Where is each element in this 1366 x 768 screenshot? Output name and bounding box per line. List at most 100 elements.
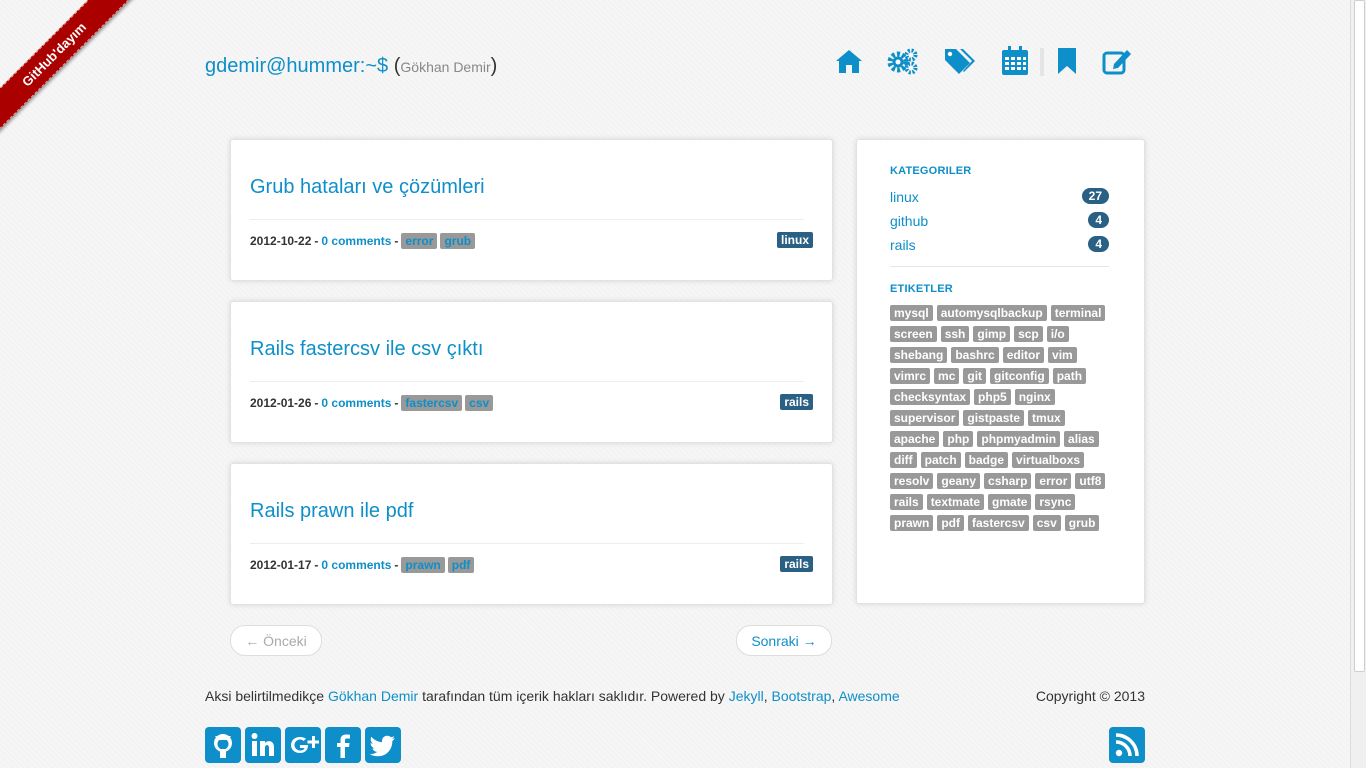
sidebar-tag[interactable]: screen bbox=[890, 326, 937, 342]
sidebar-tag[interactable]: pdf bbox=[937, 515, 964, 531]
post-comments-link[interactable]: 0 comments bbox=[321, 558, 391, 572]
twitter-icon[interactable] bbox=[365, 727, 401, 763]
footer-author-link[interactable]: Gökhan Demir bbox=[328, 688, 418, 704]
post-tag[interactable]: pdf bbox=[447, 557, 475, 573]
page-scrollbar[interactable] bbox=[1350, 0, 1366, 768]
sidebar-tag[interactable]: mysql bbox=[890, 305, 933, 321]
sidebar-tag[interactable]: mc bbox=[934, 368, 960, 384]
scrollbar-thumb[interactable] bbox=[1354, 0, 1365, 672]
sidebar-tag[interactable]: vimrc bbox=[890, 368, 931, 384]
category-item[interactable]: linux 27 bbox=[890, 188, 1109, 205]
category-link[interactable]: linux bbox=[890, 189, 919, 205]
google-plus-icon[interactable] bbox=[285, 727, 321, 763]
sidebar-tag[interactable]: gimp bbox=[973, 326, 1011, 342]
sidebar-tag[interactable]: virtualboxs bbox=[1012, 452, 1085, 468]
sidebar-tag[interactable]: rails bbox=[890, 494, 923, 510]
sidebar-tag[interactable]: prawn bbox=[890, 515, 934, 531]
sidebar-tag[interactable]: i/o bbox=[1046, 326, 1069, 342]
sidebar-tag[interactable]: scp bbox=[1014, 326, 1043, 342]
sidebar-tag[interactable]: geany bbox=[937, 473, 981, 489]
sidebar-tag[interactable]: php5 bbox=[974, 389, 1011, 405]
category-link[interactable]: rails bbox=[890, 237, 916, 253]
post-meta: 2012-10-22 - 0 comments - error grub bbox=[250, 233, 476, 249]
post-card: Grub hataları ve çözümleri 2012-10-22 - … bbox=[230, 139, 833, 281]
sidebar: KATEGORILER linux 27 github 4 rails 4 ET… bbox=[856, 139, 1145, 604]
post-date: 2012-01-17 bbox=[250, 558, 312, 572]
post-category[interactable]: linux bbox=[776, 232, 813, 248]
sidebar-tag[interactable]: vim bbox=[1048, 347, 1077, 363]
category-item[interactable]: rails 4 bbox=[890, 236, 1109, 253]
post-meta: 2012-01-26 - 0 comments - fastercsv csv bbox=[250, 395, 494, 411]
post-divider bbox=[250, 543, 804, 544]
facebook-icon[interactable] bbox=[325, 727, 361, 763]
sidebar-tag[interactable]: gitconfig bbox=[990, 368, 1049, 384]
sidebar-tag[interactable]: path bbox=[1052, 368, 1087, 384]
footer-text: Aksi belirtilmedikçe Gökhan Demir tarafı… bbox=[205, 688, 900, 704]
home-icon[interactable] bbox=[832, 44, 866, 78]
sidebar-tag[interactable]: bashrc bbox=[951, 347, 999, 363]
brand-close-paren: ) bbox=[490, 55, 498, 77]
post-category[interactable]: rails bbox=[780, 394, 813, 410]
post-tag[interactable]: csv bbox=[465, 395, 494, 411]
sidebar-tag[interactable]: badge bbox=[964, 452, 1009, 468]
github-icon[interactable] bbox=[205, 727, 241, 763]
post-tag[interactable]: fastercsv bbox=[401, 395, 463, 411]
gears-icon[interactable] bbox=[886, 44, 920, 78]
sidebar-tag[interactable]: diff bbox=[890, 452, 917, 468]
post-title[interactable]: Grub hataları ve çözümleri bbox=[250, 176, 485, 199]
sidebar-tag[interactable]: automysqlbackup bbox=[936, 305, 1047, 321]
meta-separator: - bbox=[314, 558, 319, 572]
post-tag[interactable]: grub bbox=[440, 233, 476, 249]
sidebar-tag[interactable]: resolv bbox=[890, 473, 934, 489]
awesome-link[interactable]: Awesome bbox=[838, 688, 899, 704]
edit-icon[interactable] bbox=[1100, 44, 1134, 78]
sidebar-tag[interactable]: gistpaste bbox=[963, 410, 1025, 426]
sidebar-tag[interactable]: shebang bbox=[890, 347, 948, 363]
sidebar-tag[interactable]: ssh bbox=[940, 326, 970, 342]
tags-icon[interactable] bbox=[942, 44, 976, 78]
github-ribbon[interactable]: GitHub'dayım bbox=[0, 0, 150, 150]
sidebar-tag[interactable]: checksyntax bbox=[890, 389, 971, 405]
sidebar-tag[interactable]: patch bbox=[920, 452, 961, 468]
ribbon-label[interactable]: GitHub'dayım bbox=[0, 0, 140, 140]
linkedin-icon[interactable] bbox=[245, 727, 281, 763]
sidebar-tag[interactable]: csv bbox=[1032, 515, 1061, 531]
category-item[interactable]: github 4 bbox=[890, 212, 1109, 229]
sidebar-tag[interactable]: alias bbox=[1064, 431, 1099, 447]
bookmark-icon[interactable] bbox=[1050, 44, 1084, 78]
sidebar-tag[interactable]: error bbox=[1035, 473, 1072, 489]
sidebar-tag[interactable]: tmux bbox=[1028, 410, 1065, 426]
post-comments-link[interactable]: 0 comments bbox=[321, 234, 391, 248]
sidebar-tag[interactable]: apache bbox=[890, 431, 940, 447]
post-title[interactable]: Rails fastercsv ile csv çıktı bbox=[250, 338, 483, 361]
sidebar-tag[interactable]: phpmyadmin bbox=[977, 431, 1061, 447]
post-category[interactable]: rails bbox=[780, 556, 813, 572]
sidebar-tag[interactable]: supervisor bbox=[890, 410, 960, 426]
sidebar-tag[interactable]: git bbox=[963, 368, 987, 384]
next-page-button[interactable]: Sonraki → bbox=[736, 625, 832, 656]
category-count: 4 bbox=[1088, 212, 1109, 228]
sidebar-tag[interactable]: editor bbox=[1002, 347, 1045, 363]
sidebar-tag[interactable]: nginx bbox=[1014, 389, 1055, 405]
post-comments-link[interactable]: 0 comments bbox=[321, 396, 391, 410]
brand-link[interactable]: gdemir@hummer:~$ bbox=[205, 55, 388, 77]
post-tag[interactable]: error bbox=[401, 233, 438, 249]
post-tag[interactable]: prawn bbox=[401, 557, 445, 573]
sidebar-tag[interactable]: rsync bbox=[1035, 494, 1076, 510]
jekyll-link[interactable]: Jekyll bbox=[729, 688, 764, 704]
post-meta: 2012-01-17 - 0 comments - prawn pdf bbox=[250, 557, 475, 573]
post-title[interactable]: Rails prawn ile pdf bbox=[250, 500, 413, 523]
sidebar-tag[interactable]: fastercsv bbox=[968, 515, 1029, 531]
sidebar-tag[interactable]: grub bbox=[1064, 515, 1100, 531]
rss-icon[interactable] bbox=[1109, 727, 1145, 763]
sidebar-tag[interactable]: utf8 bbox=[1075, 473, 1106, 489]
bootstrap-link[interactable]: Bootstrap bbox=[771, 688, 831, 704]
previous-page-button[interactable]: ← Önceki bbox=[230, 625, 322, 656]
sidebar-tag[interactable]: php bbox=[943, 431, 974, 447]
sidebar-tag[interactable]: terminal bbox=[1050, 305, 1106, 321]
category-link[interactable]: github bbox=[890, 213, 928, 229]
calendar-icon[interactable] bbox=[998, 44, 1032, 78]
sidebar-tag[interactable]: textmate bbox=[926, 494, 985, 510]
sidebar-tag[interactable]: csharp bbox=[984, 473, 1032, 489]
sidebar-tag[interactable]: gmate bbox=[988, 494, 1032, 510]
